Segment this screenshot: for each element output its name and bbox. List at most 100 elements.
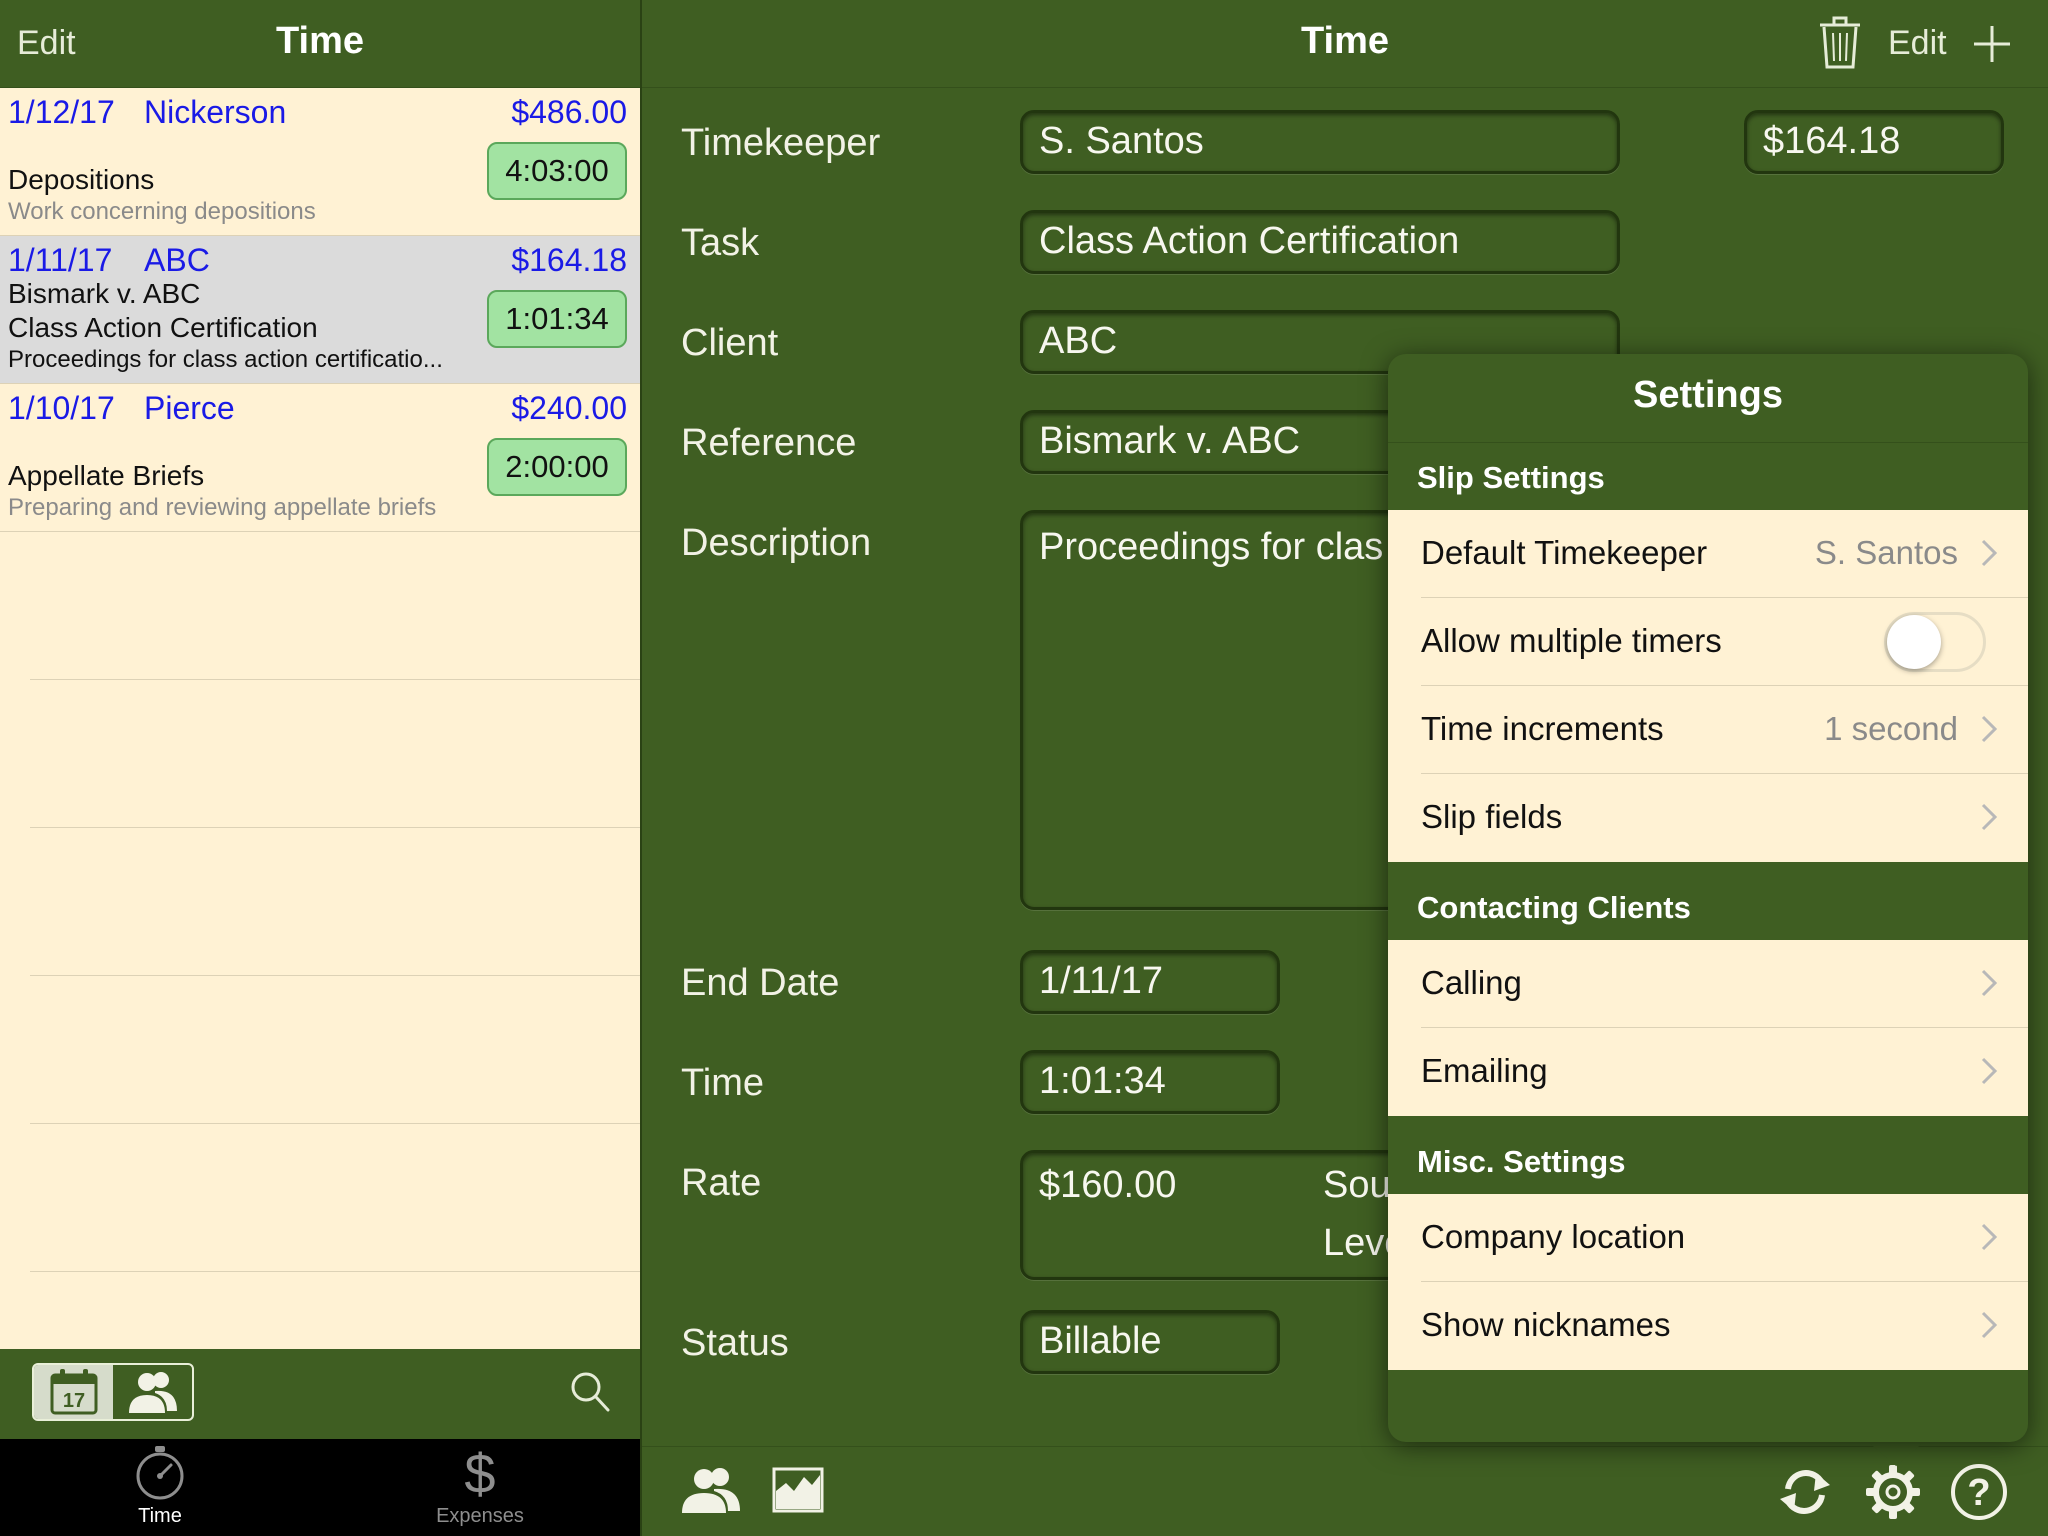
view-mode-segmented-control[interactable]: 17 bbox=[32, 1363, 194, 1421]
slip-duration-timer-button[interactable]: 4:03:00 bbox=[487, 142, 627, 200]
misc-settings-group: Company location Show nicknames bbox=[1388, 1194, 2028, 1370]
timekeeper-label: Timekeeper bbox=[681, 122, 881, 164]
people-icon bbox=[128, 1372, 177, 1413]
toggle-knob bbox=[1887, 615, 1941, 669]
add-icon[interactable] bbox=[1972, 24, 2012, 64]
settings-title-divider bbox=[1388, 442, 2028, 443]
rate-value: $160.00 bbox=[1039, 1164, 1177, 1206]
split-view-divider bbox=[640, 0, 642, 1536]
dollar-icon: $ bbox=[464, 1445, 495, 1501]
slip-description: Work concerning depositions bbox=[8, 198, 316, 225]
end-date-label: End Date bbox=[681, 962, 840, 1004]
help-icon[interactable]: ? bbox=[1950, 1463, 2008, 1521]
allow-multiple-timers-toggle[interactable] bbox=[1884, 612, 1986, 672]
calling-cell[interactable]: Calling bbox=[1388, 940, 2028, 1028]
time-slip-row-selected[interactable]: 1/11/17 ABC $164.18 Bismark v. ABC Class… bbox=[0, 236, 640, 384]
search-icon[interactable] bbox=[570, 1371, 610, 1413]
cell-label: Company location bbox=[1421, 1218, 1686, 1255]
chevron-right-icon bbox=[1981, 539, 1998, 567]
trash-icon[interactable] bbox=[1818, 16, 1862, 70]
sync-icon[interactable] bbox=[1778, 1465, 1832, 1519]
reference-label: Reference bbox=[681, 422, 857, 464]
cell-value: S. Santos bbox=[1814, 534, 1958, 571]
tab-expenses[interactable]: $ Expenses bbox=[380, 1439, 580, 1536]
cell-label: Allow multiple timers bbox=[1421, 622, 1722, 659]
slip-client: Nickerson bbox=[144, 94, 287, 130]
emailing-cell[interactable]: Emailing bbox=[1388, 1028, 2028, 1116]
task-label: Task bbox=[681, 222, 760, 264]
slip-duration-timer-button[interactable]: 1:01:34 bbox=[487, 290, 627, 348]
rate-label: Rate bbox=[681, 1162, 762, 1204]
settings-title: Settings bbox=[1633, 374, 1783, 416]
end-date-field[interactable]: 1/11/17 bbox=[1020, 950, 1280, 1014]
master-title: Time bbox=[275, 20, 364, 62]
popover-arrow bbox=[1866, 1440, 1926, 1466]
empty-row-separator bbox=[30, 827, 640, 828]
slip-description: Proceedings for class action certificati… bbox=[8, 346, 443, 373]
empty-row-separator bbox=[30, 975, 640, 976]
time-slip-row[interactable]: 1/10/17 Pierce $240.00 Appellate Briefs … bbox=[0, 384, 640, 532]
status-field[interactable]: Billable bbox=[1020, 1310, 1280, 1374]
slip-client: ABC bbox=[144, 242, 210, 278]
chevron-right-icon bbox=[1981, 1311, 1998, 1339]
master-nav-bar: Edit Time bbox=[0, 0, 640, 88]
contacts-icon[interactable] bbox=[680, 1465, 742, 1515]
settings-popover: Settings Slip Settings Default Timekeepe… bbox=[1388, 354, 2028, 1442]
cell-value: 1 second bbox=[1824, 710, 1958, 747]
detail-edit-button[interactable]: Edit bbox=[1888, 24, 1947, 63]
client-label: Client bbox=[681, 322, 779, 364]
status-label: Status bbox=[681, 1322, 789, 1364]
master-toolbar: 17 bbox=[0, 1349, 640, 1439]
chevron-right-icon bbox=[1981, 1223, 1998, 1251]
calendar-view-segment[interactable]: 17 bbox=[34, 1365, 113, 1419]
tab-expenses-label: Expenses bbox=[436, 1505, 524, 1527]
cell-label: Slip fields bbox=[1421, 798, 1563, 835]
slip-date: 1/12/17 bbox=[8, 94, 115, 130]
chart-icon[interactable] bbox=[772, 1467, 824, 1513]
detail-toolbar: ? bbox=[642, 1446, 2048, 1536]
clients-view-segment[interactable] bbox=[113, 1365, 192, 1419]
svg-text:$: $ bbox=[464, 1445, 495, 1501]
slip-task: Class Action Certification bbox=[8, 312, 318, 343]
task-field[interactable]: Class Action Certification bbox=[1020, 210, 1620, 274]
slip-date: 1/10/17 bbox=[8, 390, 115, 426]
slip-fields-cell[interactable]: Slip fields bbox=[1388, 774, 2028, 862]
cell-label: Time increments bbox=[1421, 710, 1664, 747]
show-nicknames-cell[interactable]: Show nicknames bbox=[1388, 1282, 2028, 1370]
chevron-right-icon bbox=[1981, 969, 1998, 997]
slip-reference: Bismark v. ABC bbox=[8, 278, 201, 309]
cell-label: Default Timekeeper bbox=[1421, 534, 1708, 571]
section-header-misc-settings: Misc. Settings bbox=[1417, 1144, 1626, 1179]
description-label: Description bbox=[681, 522, 872, 564]
slip-duration-timer-button[interactable]: 2:00:00 bbox=[487, 438, 627, 496]
slip-client: Pierce bbox=[144, 390, 235, 426]
slip-description: Preparing and reviewing appellate briefs bbox=[8, 494, 437, 521]
default-timekeeper-cell[interactable]: Default Timekeeper S. Santos bbox=[1388, 510, 2028, 598]
cell-label: Calling bbox=[1421, 964, 1522, 1001]
slip-amount: $164.18 bbox=[511, 242, 627, 278]
empty-row-separator bbox=[30, 679, 640, 680]
section-header-contacting-clients: Contacting Clients bbox=[1417, 890, 1691, 925]
chevron-right-icon bbox=[1981, 1057, 1998, 1085]
time-field[interactable]: 1:01:34 bbox=[1020, 1050, 1280, 1114]
time-slip-row[interactable]: 1/12/17 Nickerson $486.00 Depositions Wo… bbox=[0, 88, 640, 236]
stopwatch-icon bbox=[136, 1446, 184, 1500]
company-location-cell[interactable]: Company location bbox=[1388, 1194, 2028, 1282]
slip-task: Appellate Briefs bbox=[8, 460, 205, 491]
gear-icon[interactable] bbox=[1864, 1463, 1922, 1521]
tab-bar: Time $ Expenses bbox=[0, 1439, 640, 1536]
time-label: Time bbox=[681, 1062, 765, 1104]
calendar-icon: 17 bbox=[50, 1369, 97, 1415]
detail-nav-bar: Time Edit bbox=[642, 0, 2048, 88]
timekeeper-field[interactable]: S. Santos bbox=[1020, 110, 1620, 174]
contacting-clients-group: Calling Emailing bbox=[1388, 940, 2028, 1116]
cell-label: Emailing bbox=[1421, 1052, 1548, 1089]
master-list-pane: Edit Time 1/12/17 Nickerson $486.00 Depo… bbox=[0, 0, 640, 1536]
svg-text:?: ? bbox=[1967, 1472, 1990, 1514]
empty-row-separator bbox=[30, 1123, 640, 1124]
svg-text:17: 17 bbox=[62, 1390, 84, 1412]
amount-field[interactable]: $164.18 bbox=[1744, 110, 2004, 174]
empty-row-separator bbox=[30, 1271, 640, 1272]
time-increments-cell[interactable]: Time increments 1 second bbox=[1388, 686, 2028, 774]
tab-time[interactable]: Time bbox=[60, 1439, 260, 1536]
